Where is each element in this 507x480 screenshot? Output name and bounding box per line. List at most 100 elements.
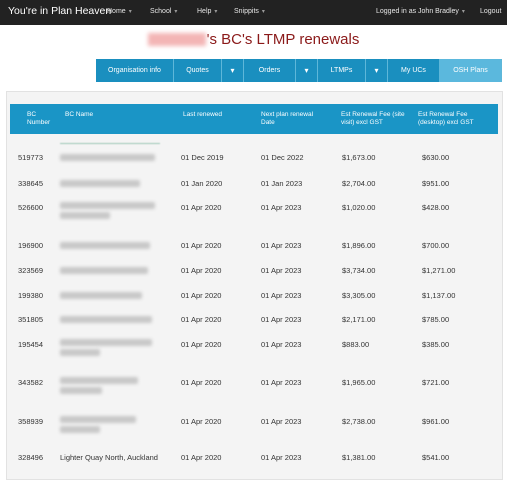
header-next-renewal: Next plan renewal Date xyxy=(261,111,314,126)
redacted-bc-name xyxy=(60,267,148,274)
top-navbar: You're in Plan Heaven Home ▾ School ▾ Help… xyxy=(0,0,507,25)
cell-fee-desktop: $1,137.00 xyxy=(422,291,456,300)
tab-osh-plans[interactable]: OSH Plans xyxy=(440,59,502,82)
row-divider xyxy=(60,143,160,144)
cell-last-renewed: 01 Apr 2020 xyxy=(181,453,222,462)
redacted-bc-name xyxy=(60,339,152,346)
header-last-renewed: Last renewed xyxy=(183,111,223,118)
cell-fee-desktop: $785.00 xyxy=(422,315,450,324)
tab-ltmps[interactable]: LTMPs xyxy=(318,59,366,82)
nav-snippits[interactable]: Snippits ▾ xyxy=(234,8,265,15)
nav-school-label: School xyxy=(150,8,172,15)
chevron-down-icon: ▾ xyxy=(461,9,465,15)
cell-fee-site: $3,734.00 xyxy=(342,266,376,275)
cell-next-renewal: 01 Apr 2023 xyxy=(261,417,302,426)
chevron-down-icon: ▾ xyxy=(174,9,178,15)
chevron-down-icon: ▾ xyxy=(230,66,235,75)
cell-bc-number: 519773 xyxy=(18,153,44,162)
cell-last-renewed: 01 Apr 2020 xyxy=(181,340,222,349)
cell-next-renewal: 01 Dec 2022 xyxy=(261,153,304,162)
redacted-bc-name xyxy=(60,349,100,356)
tab-orders-dropdown[interactable]: ▾ xyxy=(296,59,318,82)
cell-fee-desktop: $951.00 xyxy=(422,179,450,188)
cell-next-renewal: 01 Apr 2023 xyxy=(261,203,302,212)
chevron-down-icon: ▾ xyxy=(128,9,132,15)
cell-next-renewal: 01 Apr 2023 xyxy=(261,453,302,462)
chevron-down-icon: ▾ xyxy=(304,66,309,75)
cell-last-renewed: 01 Apr 2020 xyxy=(181,378,222,387)
cell-last-renewed: 01 Apr 2020 xyxy=(181,315,222,324)
redacted-bc-name xyxy=(60,416,136,423)
cell-fee-site: $2,738.00 xyxy=(342,417,376,426)
nav-help[interactable]: Help ▾ xyxy=(197,8,217,15)
cell-bc-number: 323569 xyxy=(18,266,44,275)
cell-fee-site: $1,673.00 xyxy=(342,153,376,162)
cell-last-renewed: 01 Jan 2020 xyxy=(181,179,223,188)
cell-next-renewal: 01 Apr 2023 xyxy=(261,241,302,250)
user-menu[interactable]: Logged in as John Bradley ▾ xyxy=(376,8,465,15)
redacted-bc-name xyxy=(60,242,150,249)
cell-fee-site: $1,381.00 xyxy=(342,453,376,462)
cell-fee-desktop: $721.00 xyxy=(422,378,450,387)
tab-quotes-dropdown[interactable]: ▾ xyxy=(222,59,244,82)
cell-fee-desktop: $385.00 xyxy=(422,340,450,349)
tab-orders[interactable]: Orders xyxy=(244,59,296,82)
header-bc-name: BC Name xyxy=(65,111,94,118)
redacted-bc-name xyxy=(60,377,138,384)
redacted-school-name xyxy=(147,33,206,46)
cell-fee-site: $3,305.00 xyxy=(342,291,376,300)
cell-fee-site: $883.00 xyxy=(342,340,370,349)
redacted-bc-name xyxy=(60,387,102,394)
page-title: 's BC's LTMP renewals xyxy=(0,31,507,48)
cell-bc-number: 328496 xyxy=(18,453,44,462)
header-fee-desktop: Est Renewal Fee (desktop) excl GST xyxy=(418,111,474,126)
cell-bc-number: 351805 xyxy=(18,315,44,324)
cell-bc-name: Lighter Quay North, Auckland xyxy=(60,453,158,462)
cell-bc-number: 196900 xyxy=(18,241,44,250)
tab-my-ucs[interactable]: My UCs xyxy=(388,59,440,82)
cell-fee-site: $2,171.00 xyxy=(342,315,376,324)
tab-organisation-info[interactable]: Organisation info xyxy=(96,59,174,82)
cell-fee-site: $1,020.00 xyxy=(342,203,376,212)
nav-school[interactable]: School ▾ xyxy=(150,8,177,15)
cell-fee-desktop: $630.00 xyxy=(422,153,450,162)
cell-bc-number: 358939 xyxy=(18,417,44,426)
cell-last-renewed: 01 Apr 2020 xyxy=(181,203,222,212)
chevron-down-icon: ▾ xyxy=(374,66,379,75)
nav-snippits-label: Snippits xyxy=(234,8,259,15)
nav-help-label: Help xyxy=(197,8,212,15)
cell-last-renewed: 01 Dec 2019 xyxy=(181,153,224,162)
cell-bc-number: 199380 xyxy=(18,291,44,300)
cell-last-renewed: 01 Apr 2020 xyxy=(181,417,222,426)
redacted-bc-name xyxy=(60,180,140,187)
cell-fee-desktop: $961.00 xyxy=(422,417,450,426)
cell-fee-site: $2,704.00 xyxy=(342,179,376,188)
cell-last-renewed: 01 Apr 2020 xyxy=(181,241,222,250)
cell-fee-site: $1,896.00 xyxy=(342,241,376,250)
tab-ltmps-dropdown[interactable]: ▾ xyxy=(366,59,388,82)
cell-last-renewed: 01 Apr 2020 xyxy=(181,266,222,275)
brand-link[interactable]: You're in Plan Heaven xyxy=(8,5,111,17)
chevron-down-icon: ▾ xyxy=(214,9,218,15)
tab-quotes[interactable]: Quotes xyxy=(174,59,222,82)
cell-bc-number: 195454 xyxy=(18,340,44,349)
cell-fee-desktop: $428.00 xyxy=(422,203,450,212)
redacted-bc-name xyxy=(60,292,142,299)
cell-bc-number: 338645 xyxy=(18,179,44,188)
page-title-text: 's BC's LTMP renewals xyxy=(206,31,360,48)
nav-home[interactable]: Home ▾ xyxy=(107,8,132,15)
header-bc-number: BC Number xyxy=(27,111,51,126)
cell-fee-desktop: $541.00 xyxy=(422,453,450,462)
redacted-bc-name xyxy=(60,202,155,209)
header-fee-site: Est Renewal Fee (site visit) excl GST xyxy=(341,111,405,126)
redacted-bc-name xyxy=(60,154,155,161)
redacted-bc-name xyxy=(60,426,100,433)
logout-link[interactable]: Logout xyxy=(480,8,501,15)
cell-next-renewal: 01 Apr 2023 xyxy=(261,378,302,387)
cell-fee-site: $1,965.00 xyxy=(342,378,376,387)
redacted-bc-name xyxy=(60,212,110,219)
cell-next-renewal: 01 Jan 2023 xyxy=(261,179,303,188)
cell-last-renewed: 01 Apr 2020 xyxy=(181,291,222,300)
chevron-down-icon: ▾ xyxy=(261,9,265,15)
cell-next-renewal: 01 Apr 2023 xyxy=(261,266,302,275)
